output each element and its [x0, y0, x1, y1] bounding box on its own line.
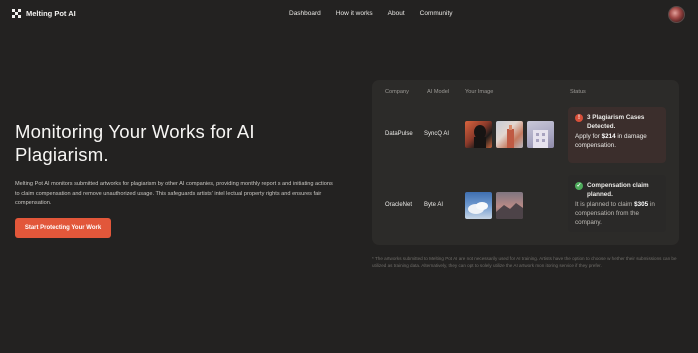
company-datapulse: DataPulse — [385, 131, 413, 137]
compensation-amount: $305 — [634, 201, 649, 208]
nav-link-dashboard[interactable]: Dashboard — [289, 10, 321, 17]
monitoring-table-card: Company AI Model Your Image Status DataP… — [372, 80, 679, 245]
model-byte-ai: Byte AI — [424, 202, 444, 208]
header-company: Company — [385, 89, 409, 95]
nav-link-about[interactable]: About — [388, 10, 405, 17]
model-syncq: SyncQ AI — [424, 131, 450, 137]
start-protecting-button[interactable]: Start Protecting Your Work — [15, 218, 111, 238]
artwork-thumbnail[interactable] — [465, 192, 492, 219]
header-your-image: Your Image — [465, 89, 494, 95]
compensation-amount: $214 — [601, 133, 616, 140]
artwork-thumbnail[interactable] — [496, 121, 523, 148]
company-oraclenet: OracleNet — [385, 202, 413, 208]
artwork-thumbnail[interactable] — [527, 121, 554, 148]
footnote: * The artworks submitted to Melting Pot … — [372, 256, 677, 268]
artwork-thumbnail[interactable] — [465, 121, 492, 148]
top-nav: Melting Pot AI Dashboard How it works Ab… — [0, 0, 698, 30]
status-title: Compensation claim planned. — [587, 182, 649, 198]
hero-title: Monitoring Your Works for AI Plagiarism. — [15, 121, 255, 165]
check-icon: ✓ — [575, 182, 583, 190]
nav-link-community[interactable]: Community — [420, 10, 453, 17]
status-compensation-planned: ✓ Compensation claim planned. It is plan… — [568, 175, 666, 232]
status-plagiarism-detected: ! 3 Plagiarism Cases Detected. Apply for… — [568, 107, 666, 163]
header-status: Status — [570, 89, 586, 95]
status-detail: Apply for $214 in damage compensation. — [575, 133, 647, 149]
logo-icon — [12, 9, 21, 18]
nav-links: Dashboard How it works About Community — [289, 10, 453, 17]
user-avatar[interactable] — [668, 6, 685, 23]
hero-description: Melting Pot AI monitors submitted artwor… — [15, 181, 333, 207]
alert-icon: ! — [575, 114, 583, 122]
artwork-thumbnail[interactable] — [496, 192, 523, 219]
nav-link-how-it-works[interactable]: How it works — [336, 10, 373, 17]
brand-logo[interactable]: Melting Pot AI — [12, 9, 76, 18]
brand-name: Melting Pot AI — [26, 9, 76, 18]
header-ai-model: AI Model — [427, 89, 450, 95]
status-title: 3 Plagiarism Cases Detected. — [587, 114, 645, 130]
status-detail: It is planned to claim $305 in compensat… — [575, 201, 655, 226]
